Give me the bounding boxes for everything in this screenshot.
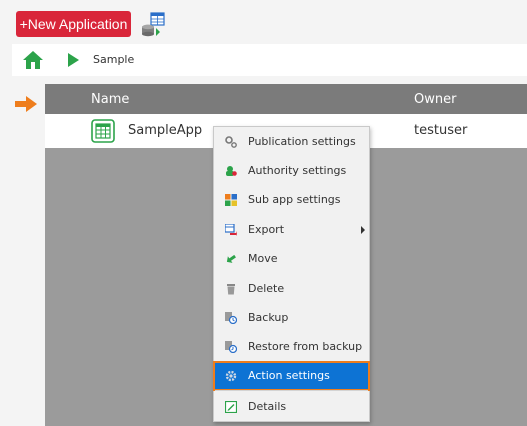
- table-app-icon: [91, 119, 115, 143]
- home-icon[interactable]: [22, 50, 44, 70]
- menu-item-label: Sub app settings: [248, 193, 341, 206]
- menu-item-label: Move: [248, 252, 278, 265]
- backup-icon: [225, 312, 237, 324]
- new-application-button[interactable]: +New Application: [16, 11, 131, 37]
- menu-item-export[interactable]: Export: [214, 216, 369, 244]
- menu-item-sub-app-settings[interactable]: Sub app settings: [214, 186, 369, 214]
- gear-icon: [225, 370, 237, 382]
- breadcrumb-separator-icon: [68, 53, 79, 67]
- menu-item-delete[interactable]: Delete: [214, 275, 369, 303]
- table-import-icon[interactable]: [140, 12, 166, 38]
- menu-item-label: Details: [248, 400, 287, 413]
- menu-item-label: Delete: [248, 282, 285, 295]
- submenu-arrow-icon: [361, 226, 365, 234]
- menu-item-publication-settings[interactable]: Publication settings: [214, 128, 369, 156]
- export-icon: [225, 224, 237, 236]
- column-header-owner[interactable]: Owner: [414, 92, 456, 107]
- arrow-right-icon: [15, 96, 37, 112]
- menu-item-authority-settings[interactable]: Authority settings: [214, 157, 369, 185]
- menu-item-backup[interactable]: Backup: [214, 304, 369, 332]
- gears-icon: [225, 136, 237, 148]
- toolbar: +New Application: [0, 0, 527, 44]
- breadcrumb-current[interactable]: Sample: [93, 53, 134, 66]
- users-key-icon: [226, 166, 237, 176]
- app-owner: testuser: [414, 123, 468, 138]
- menu-divider: [215, 390, 368, 391]
- menu-item-move[interactable]: Move: [214, 245, 369, 273]
- restore-icon: [225, 341, 237, 353]
- trash-icon: [227, 284, 235, 295]
- column-header-name[interactable]: Name: [91, 92, 129, 107]
- breadcrumb: Sample: [12, 44, 527, 76]
- menu-item-label: Restore from backup: [248, 340, 363, 353]
- menu-item-restore-from-backup[interactable]: Restore from backup: [214, 333, 369, 361]
- menu-item-label: Export: [248, 223, 285, 236]
- menu-item-label: Authority settings: [248, 164, 347, 177]
- menu-item-label: Publication settings: [248, 135, 356, 148]
- menu-item-action-settings[interactable]: Action settings: [213, 361, 370, 391]
- sub-app-icon: [225, 194, 237, 206]
- menu-item-label: Action settings: [248, 369, 330, 382]
- menu-item-details[interactable]: Details: [214, 393, 369, 421]
- context-menu: Publication settings Authority settings …: [213, 126, 370, 422]
- details-icon: [225, 401, 237, 413]
- grid-header: Name Owner: [45, 84, 527, 114]
- app-name[interactable]: SampleApp: [128, 123, 202, 138]
- menu-item-label: Backup: [248, 311, 289, 324]
- move-icon: [226, 254, 236, 263]
